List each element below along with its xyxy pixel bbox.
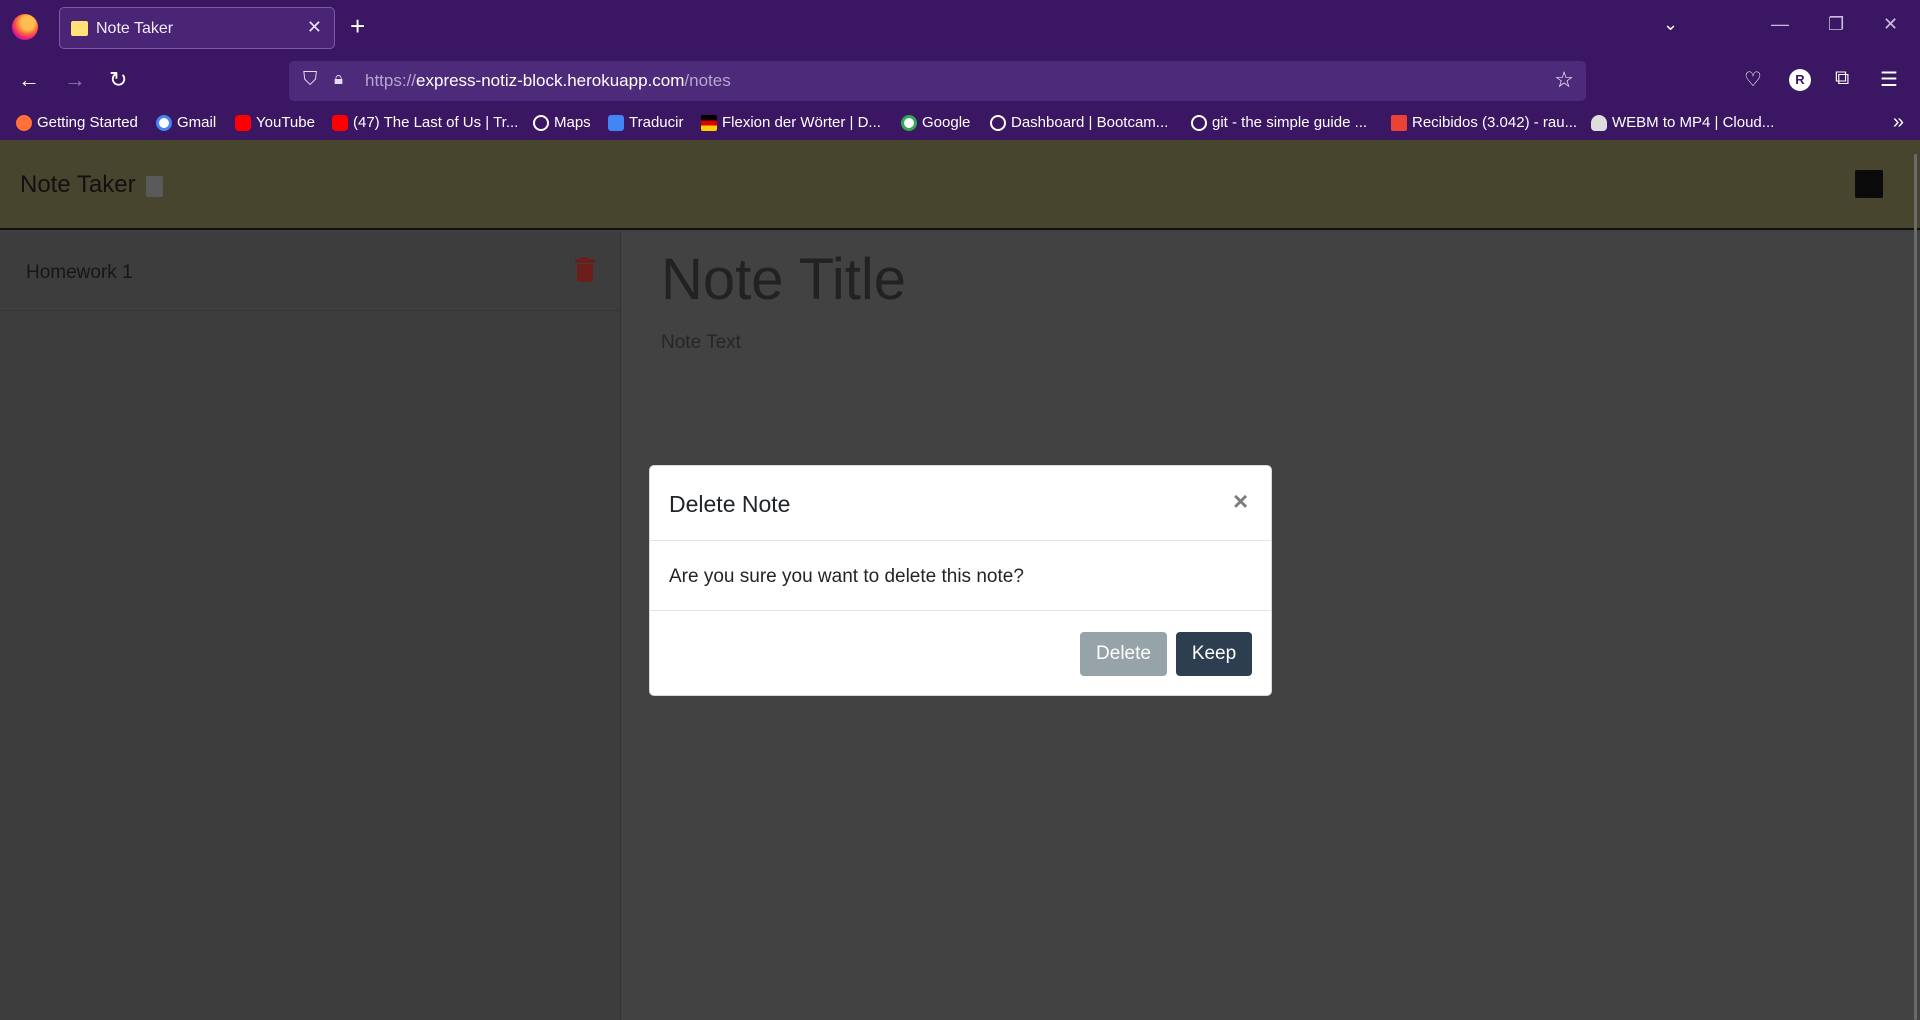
bookmark-label: Getting Started xyxy=(37,114,138,131)
notes-sidebar: Homework 1 xyxy=(0,232,621,1020)
note-list-title[interactable]: Homework 1 xyxy=(26,262,133,284)
address-bar[interactable]: ⛉ 🔒︎ https://express-notiz-block.herokua… xyxy=(289,61,1586,101)
avatar[interactable]: R xyxy=(1789,69,1811,91)
delete-note-modal: Delete Note × Are you sure you want to d… xyxy=(649,465,1272,696)
bookmark-label: YouTube xyxy=(256,114,315,131)
bookmark-label: Google xyxy=(922,114,971,131)
bookmark-label: git - the simple guide ... xyxy=(1212,114,1368,131)
list-item[interactable]: Homework 1 xyxy=(0,232,621,311)
bookmark-git-guide[interactable]: git - the simple guide ... xyxy=(1191,114,1367,131)
trash-lid xyxy=(575,259,595,263)
bookmark-getting-started[interactable]: Getting Started xyxy=(16,114,138,131)
bookmark-label: Maps xyxy=(554,114,591,131)
close-window-icon[interactable]: ✕ xyxy=(1883,14,1898,35)
modal-body: Are you sure you want to delete this not… xyxy=(650,542,1271,611)
bookmark-label: Flexion der Wörter | D... xyxy=(722,114,881,131)
google-icon xyxy=(901,114,917,131)
note-text-area[interactable]: Note Text xyxy=(661,332,741,354)
keep-button[interactable]: Keep xyxy=(1176,632,1252,676)
modal-header: Delete Note × xyxy=(650,466,1271,541)
bookmark-label: Recibidos (3.042) - rau... xyxy=(1412,114,1578,131)
url-host: express-notiz-block.herokuapp.com xyxy=(416,71,685,90)
translate-icon xyxy=(608,114,624,131)
new-tab-icon[interactable]: + xyxy=(350,11,365,42)
bookmark-label: (47) The Last of Us | Tr... xyxy=(353,114,519,131)
bookmark-last-of-us[interactable]: (47) The Last of Us | Tr... xyxy=(332,114,518,131)
shield-icon[interactable]: ⛉ xyxy=(303,69,317,91)
bookmark-label: Dashboard | Bootcam... xyxy=(1011,114,1169,131)
minimize-icon[interactable]: — xyxy=(1771,14,1789,35)
youtube-icon xyxy=(235,114,251,131)
bookmark-youtube[interactable]: YouTube xyxy=(235,114,315,131)
globe-icon xyxy=(533,114,549,131)
note-title-input[interactable]: Note Title xyxy=(661,246,906,313)
bookmark-webm-to-mp4[interactable]: WEBM to MP4 | Cloud... xyxy=(1591,114,1774,131)
bookmark-dashboard[interactable]: Dashboard | Bootcam... xyxy=(990,114,1168,131)
reload-icon[interactable]: ↻ xyxy=(109,67,127,93)
modal-title: Delete Note xyxy=(669,491,791,517)
flag-icon xyxy=(701,114,717,131)
bookmark-star-icon[interactable]: ☆ xyxy=(1554,67,1574,93)
note-icon xyxy=(146,176,163,197)
list-tabs-icon[interactable]: ⌄ xyxy=(1663,14,1678,35)
firefox-icon xyxy=(16,114,32,131)
browser-tab[interactable]: Note Taker ✕ xyxy=(59,7,335,49)
page-scrollbar[interactable] xyxy=(1914,154,1917,1020)
menu-icon[interactable]: ☰ xyxy=(1880,67,1898,92)
app-header: Note Taker xyxy=(0,140,1920,230)
modal-message: Are you sure you want to delete this not… xyxy=(669,566,1024,587)
extensions-icon[interactable]: ⧉ xyxy=(1835,67,1849,90)
bookmark-maps[interactable]: Maps xyxy=(533,114,591,131)
bookmark-label: Traducir xyxy=(629,114,684,131)
delete-button[interactable]: Delete xyxy=(1080,632,1167,676)
bookmark-label: Gmail xyxy=(177,114,217,131)
bookmark-flexion[interactable]: Flexion der Wörter | D... xyxy=(701,114,881,131)
url-path: /notes xyxy=(684,71,731,90)
bookmark-traducir[interactable]: Traducir xyxy=(608,114,683,131)
forward-icon[interactable]: → xyxy=(64,67,86,93)
bookmark-label: WEBM to MP4 | Cloud... xyxy=(1612,114,1775,131)
bookmarks-bar: Getting Started Gmail YouTube (47) The L… xyxy=(0,107,1920,140)
google-icon xyxy=(156,114,172,131)
bookmark-google[interactable]: Google xyxy=(901,114,970,131)
bookmark-gmail[interactable]: Gmail xyxy=(156,114,216,131)
close-icon[interactable]: × xyxy=(1233,486,1248,517)
pocket-icon[interactable]: ♡ xyxy=(1744,67,1762,92)
globe-icon xyxy=(990,114,1006,131)
browser-tab-bar: Note Taker ✕ + ⌄ — ❐ ✕ xyxy=(0,0,1920,55)
url-text[interactable]: https://express-notiz-block.herokuapp.co… xyxy=(365,71,731,91)
youtube-icon xyxy=(332,114,348,131)
trash-can xyxy=(577,264,593,282)
trash-icon[interactable] xyxy=(575,257,595,282)
app-title[interactable]: Note Taker xyxy=(20,171,136,199)
tab-favicon xyxy=(71,21,88,36)
back-icon[interactable]: ← xyxy=(18,67,40,93)
restore-icon[interactable]: ❐ xyxy=(1828,14,1844,35)
tab-close-icon[interactable]: ✕ xyxy=(307,17,322,38)
lock-icon[interactable]: 🔒︎ xyxy=(334,69,343,89)
globe-icon xyxy=(1191,114,1207,131)
tab-title: Note Taker xyxy=(96,20,174,37)
url-scheme: https:// xyxy=(365,71,417,90)
bookmark-recibidos[interactable]: Recibidos (3.042) - rau... xyxy=(1391,114,1577,131)
bookmarks-overflow-icon[interactable]: » xyxy=(1893,111,1904,134)
new-note-icon[interactable] xyxy=(1855,170,1883,198)
gmail-icon xyxy=(1391,114,1407,131)
browser-nav-bar: ← → ↻ ⛉ 🔒︎ https://express-notiz-block.h… xyxy=(0,55,1920,107)
firefox-icon[interactable] xyxy=(12,14,38,40)
cloud-icon xyxy=(1591,114,1607,131)
